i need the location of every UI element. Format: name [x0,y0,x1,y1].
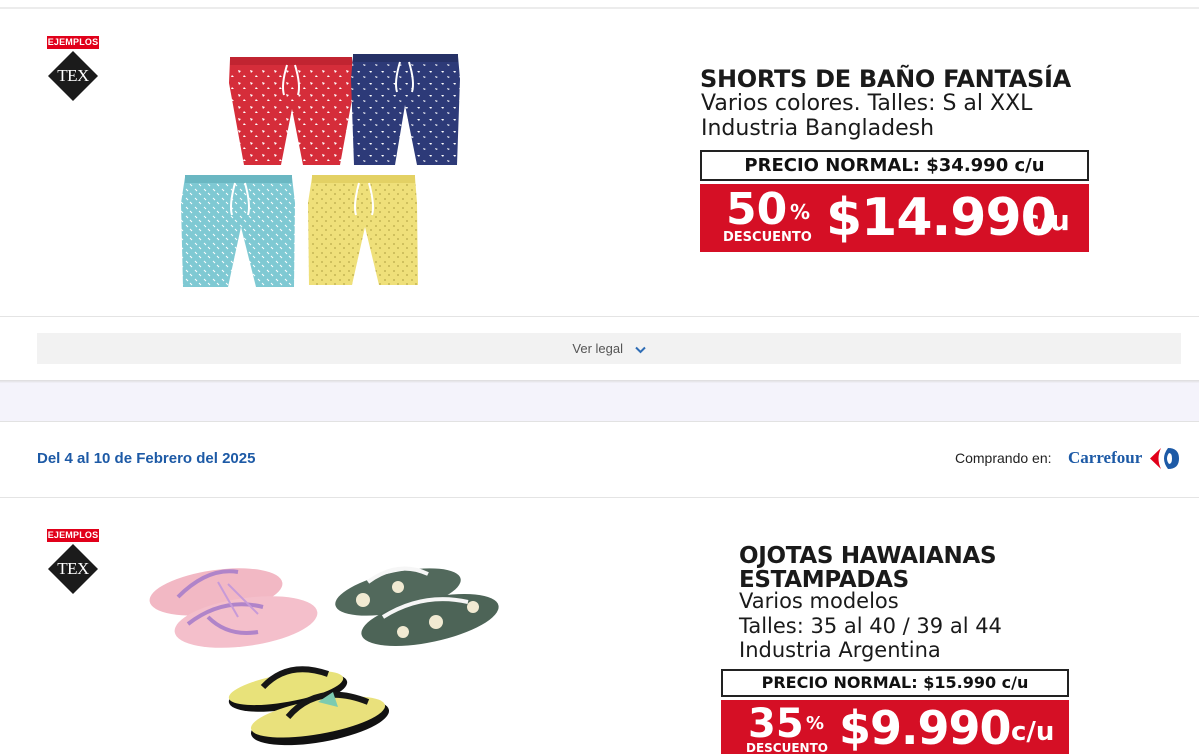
product-subtitle: Varios colores. Talles: S al XXL Industr… [701,91,1032,141]
product-subtitle-line: Varios modelos [739,589,899,613]
ver-legal-label: Ver legal [572,341,623,356]
product-title: OJOTAS HAWAIANAS ESTAMPADAS [739,543,997,592]
flip-flops-image [149,566,499,746]
tex-logo-icon: TEX [47,50,99,102]
percent-sign: % [806,713,825,734]
product-subtitle-line: Varios colores. Talles: S al XXL [701,91,1033,116]
discount-label: DESCUENTO [746,741,828,754]
offer-price: $14.990 [826,188,1057,248]
product-title: SHORTS DE BAÑO FANTASÍA [700,65,1071,93]
product-subtitle-line: Industria Argentina [739,638,941,662]
badge-ejemplos-label: EJEMPLOS [47,36,99,49]
validity-dates: Del 4 al 10 de Febrero del 2025 [37,450,256,467]
chevron-down-icon [634,334,646,365]
normal-price: PRECIO NORMAL: $34.990 c/u [700,150,1089,181]
ver-legal-button[interactable]: Ver legal [37,333,1181,364]
carrefour-logo-icon[interactable] [1148,447,1181,470]
normal-price: PRECIO NORMAL: $15.990 c/u [721,669,1069,697]
percent-sign: % [790,200,811,224]
badge-ejemplos-label: EJEMPLOS [47,529,99,542]
discount-price-box: 35 % DESCUENTO $9.990 c/u [721,700,1069,754]
swim-shorts-image [181,54,460,287]
price-unit: c/u [1011,717,1055,747]
discount-price-box: 50 % DESCUENTO $14.990 c/u [700,184,1089,252]
product-card-shorts: EJEMPLOS TEX SHORTS DE BAÑO FANTASÍA Var… [0,9,1199,316]
product-card-ojotas: EJEMPLOS TEX OJOTAS HAWAIANAS ESTAMPADAS… [0,498,1199,754]
section-gap [0,383,1199,421]
buying-at-label: Comprando en: [955,450,1052,466]
product-title-line: OJOTAS HAWAIANAS [739,543,997,569]
product-subtitle-line: Industria Bangladesh [701,116,935,141]
discount-percent: 50 [726,184,788,235]
product-subtitle-line: Talles: 35 al 40 / 39 al 44 [739,613,1002,638]
store-name[interactable]: Carrefour [1068,448,1142,468]
tex-badge: EJEMPLOS TEX [47,529,99,595]
offer-price: $9.990 [839,701,1012,754]
product-subtitle: Varios modelos Talles: 35 al 40 / 39 al … [739,589,1002,663]
tex-badge: EJEMPLOS TEX [47,36,99,102]
price-unit: c/u [1023,204,1070,237]
tex-logo-icon: TEX [47,543,99,595]
discount-label: DESCUENTO [723,230,812,245]
tex-logo-text: TEX [57,66,89,85]
tex-logo-text: TEX [57,559,89,578]
card-divider [0,316,1199,317]
